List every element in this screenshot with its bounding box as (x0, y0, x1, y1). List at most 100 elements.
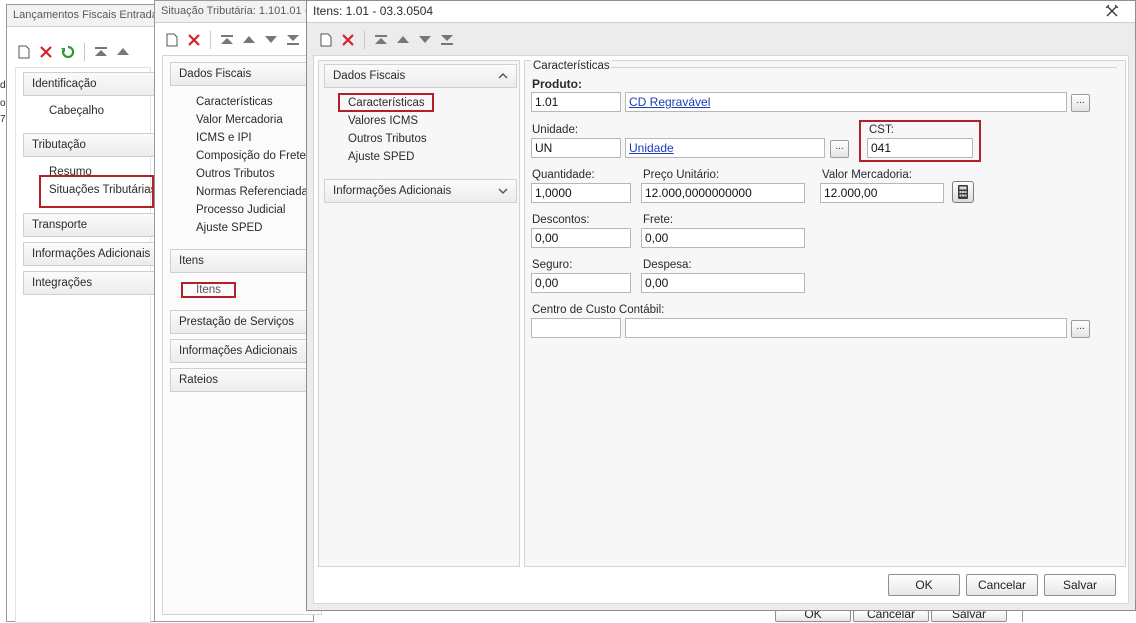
cancel-button[interactable]: Cancelar (966, 574, 1038, 596)
produto-lookup-button[interactable]: ... (1071, 94, 1090, 112)
nav-item-outros-tributos[interactable]: Outros Tributos (196, 168, 275, 180)
group-rateios[interactable]: Rateios (170, 368, 320, 392)
centro-custo-lookup-button[interactable]: ... (1071, 320, 1090, 338)
nav-item-resumo[interactable]: Resumo (49, 166, 92, 178)
chevron-down-icon[interactable] (498, 186, 508, 196)
despesa-label: Despesa: (643, 259, 692, 271)
tax-situation-nav-panel: Dados Fiscais Características Valor Merc… (162, 55, 322, 615)
frete-field[interactable]: 0,00 (641, 228, 805, 248)
descontos-label: Descontos: (532, 214, 590, 226)
close-icon[interactable] (1105, 4, 1119, 18)
move-last-icon[interactable] (438, 31, 456, 49)
items-toolbar (317, 26, 456, 54)
seguro-label: Seguro: (532, 259, 573, 271)
group-informacoes-adicionais[interactable]: Informações Adicionais (324, 179, 517, 203)
nav-item-caracteristicas[interactable]: Características (348, 97, 425, 109)
nav-item-composicao-frete[interactable]: Composição do Frete (196, 150, 306, 162)
nav-item-valores-icms[interactable]: Valores ICMS (348, 115, 418, 127)
move-first-icon[interactable] (92, 43, 110, 61)
group-dados-fiscais[interactable]: Dados Fiscais (170, 62, 320, 86)
new-document-icon[interactable] (317, 31, 335, 49)
toolbar-separator (364, 31, 365, 49)
descontos-field[interactable]: 0,00 (531, 228, 631, 248)
characteristics-panel: Características Produto: 1.01 CD Regravá… (524, 60, 1126, 567)
delete-icon[interactable] (185, 31, 203, 49)
nav-item-situacoes-tributarias[interactable]: Situações Tributárias (49, 184, 156, 196)
nav-item-icms-ipi[interactable]: ICMS e IPI (196, 132, 252, 144)
edge-char-1: d (0, 80, 6, 91)
move-last-icon[interactable] (284, 31, 302, 49)
save-button[interactable]: Salvar (1044, 574, 1116, 596)
move-up-icon[interactable] (394, 31, 412, 49)
move-first-icon[interactable] (372, 31, 390, 49)
group-itens[interactable]: Itens (170, 249, 320, 273)
delete-icon[interactable] (37, 43, 55, 61)
launches-toolbar (15, 38, 132, 66)
unidade-label: Unidade: (532, 124, 579, 136)
group-identificacao[interactable]: Identificação (23, 72, 163, 96)
refresh-icon[interactable] (59, 43, 77, 61)
tax-situation-window: Situação Tributária: 1.101.01 - ... Dado… (154, 0, 322, 622)
behind-cancel-button[interactable]: Cancelar (853, 610, 929, 622)
items-dialog-titlebar: Itens: 1.01 - 03.3.0504 (307, 1, 1135, 23)
unidade-desc-field[interactable]: Unidade (625, 138, 825, 158)
nav-item-processo-judicial[interactable]: Processo Judicial (196, 204, 285, 216)
chevron-up-icon[interactable] (498, 71, 508, 81)
tax-situation-title: Situação Tributária: 1.101.01 - ... (155, 1, 313, 23)
items-content-area: Dados Fiscais Características Valores IC… (313, 55, 1129, 604)
valor-mercadoria-field[interactable]: 12.000,00 (820, 183, 944, 203)
nav-item-normas-referenciadas[interactable]: Normas Referenciadas (196, 186, 314, 198)
group-dados-fiscais-label: Dados Fiscais (333, 70, 406, 82)
group-informacoes-adicionais[interactable]: Informações Adicionais (170, 339, 320, 363)
produto-label: Produto: (532, 77, 582, 91)
group-dados-fiscais[interactable]: Dados Fiscais (324, 64, 517, 88)
nav-item-outros-tributos[interactable]: Outros Tributos (348, 133, 427, 145)
items-nav-panel: Dados Fiscais Características Valores IC… (318, 60, 520, 567)
items-dialog-title: Itens: 1.01 - 03.3.0504 (313, 4, 434, 18)
group-integracoes[interactable]: Integrações (23, 271, 163, 295)
produto-code-field[interactable]: 1.01 (531, 92, 621, 112)
toolbar-separator (210, 31, 211, 49)
unidade-code-field[interactable]: UN (531, 138, 621, 158)
move-down-icon[interactable] (262, 31, 280, 49)
edge-char-2: o (0, 98, 6, 109)
centro-custo-code-field[interactable] (531, 318, 621, 338)
launches-window-title: Lançamentos Fiscais Entrada (7, 5, 155, 27)
nav-item-valor-mercadoria[interactable]: Valor Mercadoria (196, 114, 283, 126)
behind-save-button[interactable]: Salvar (931, 610, 1007, 622)
nav-item-cabecalho[interactable]: Cabeçalho (49, 105, 104, 117)
seguro-field[interactable]: 0,00 (531, 273, 631, 293)
group-prestacao-servicos[interactable]: Prestação de Serviços (170, 310, 320, 334)
new-document-icon[interactable] (15, 43, 33, 61)
launches-nav-panel: Identificação Cabeçalho Tributação Resum… (15, 67, 163, 623)
unidade-lookup-button[interactable]: ... (830, 140, 849, 158)
group-informacoes-adicionais[interactable]: Informações Adicionais (23, 242, 163, 266)
delete-icon[interactable] (339, 31, 357, 49)
move-up-icon[interactable] (240, 31, 258, 49)
produto-desc-field[interactable]: CD Regravável (625, 92, 1067, 112)
nav-item-itens[interactable]: Itens (196, 284, 221, 296)
despesa-field[interactable]: 0,00 (641, 273, 805, 293)
nav-item-ajuste-sped[interactable]: Ajuste SPED (348, 151, 414, 163)
group-informacoes-adicionais-label: Informações Adicionais (333, 185, 452, 197)
ok-button[interactable]: OK (888, 574, 960, 596)
nav-item-ajuste-sped[interactable]: Ajuste SPED (196, 222, 262, 234)
nav-item-caracteristicas[interactable]: Características (196, 96, 273, 108)
group-tributacao[interactable]: Tributação (23, 133, 163, 157)
behind-ok-button[interactable]: OK (775, 610, 851, 622)
launches-window: Lançamentos Fiscais Entrada Identificaçã… (6, 4, 163, 623)
group-transporte[interactable]: Transporte (23, 213, 163, 237)
move-down-icon[interactable] (416, 31, 434, 49)
move-up-icon[interactable] (114, 43, 132, 61)
produto-desc-link[interactable]: CD Regravável (629, 95, 710, 109)
quantidade-field[interactable]: 1,0000 (531, 183, 631, 203)
centro-custo-desc-field[interactable] (625, 318, 1067, 338)
section-title: Características (531, 60, 612, 72)
move-first-icon[interactable] (218, 31, 236, 49)
calculator-icon[interactable] (952, 181, 974, 203)
cst-field[interactable]: 041 (867, 138, 973, 158)
items-dialog: Itens: 1.01 - 03.3.0504 Dados Fiscais Ca… (306, 0, 1136, 611)
unidade-desc-link[interactable]: Unidade (629, 141, 674, 155)
preco-unitario-field[interactable]: 12.000,0000000000 (641, 183, 805, 203)
new-document-icon[interactable] (163, 31, 181, 49)
